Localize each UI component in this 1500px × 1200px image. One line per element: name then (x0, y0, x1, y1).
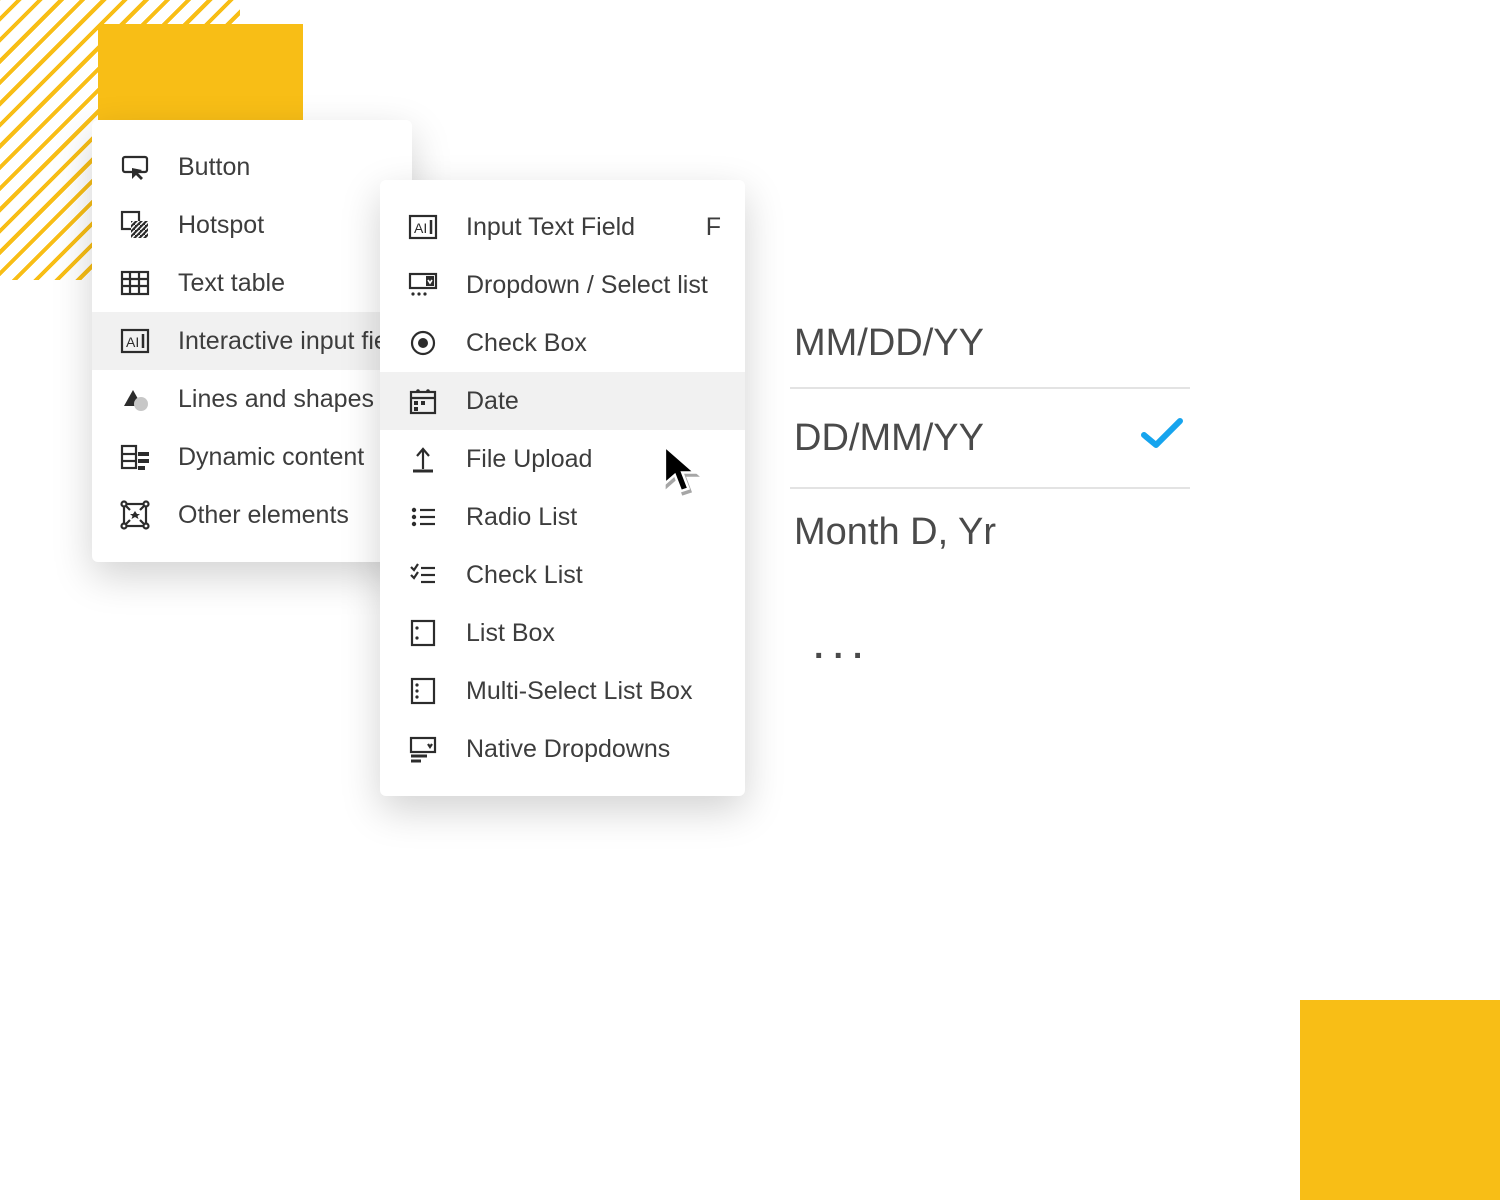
dynamic-icon (118, 442, 152, 472)
menu-item-label: Button (178, 153, 250, 182)
menu-item-label: Radio List (466, 503, 577, 532)
hotspot-icon (118, 210, 152, 240)
menu-item-label: Hotspot (178, 211, 264, 240)
ai-input-icon (118, 326, 152, 356)
texttable-icon (118, 268, 152, 298)
menu-item-other-elements[interactable]: Other elements (92, 486, 412, 544)
button-icon (118, 152, 152, 182)
menu-item-label: Multi-Select List Box (466, 677, 692, 706)
menu-item-hotspot[interactable]: Hotspot (92, 196, 412, 254)
submenu-item-radiolist[interactable]: Radio List (380, 488, 745, 546)
more-options[interactable]: ... (814, 628, 872, 667)
submenu-item-date[interactable]: Date (380, 372, 745, 430)
date-format-option[interactable]: Month D, Yr (790, 489, 1190, 576)
menu-item-lines-shapes[interactable]: Lines and shapes (92, 370, 412, 428)
submenu-item-checklist[interactable]: Check List (380, 546, 745, 604)
decorative-square-bottom (1300, 1000, 1500, 1200)
date-format-list: MM/DD/YY DD/MM/YY Month D, Yr (790, 300, 1190, 576)
radiolist-icon (406, 502, 440, 532)
checklist-icon (406, 560, 440, 590)
date-format-label: DD/MM/YY (794, 417, 984, 460)
menu-item-interactive-input[interactable]: Interactive input fields (92, 312, 412, 370)
decorative-square-top (98, 24, 303, 130)
listbox-icon (406, 618, 440, 648)
menu-item-label: Native Dropdowns (466, 735, 670, 764)
date-format-label: Month D, Yr (794, 511, 996, 554)
menu-item-label: Dynamic content (178, 443, 364, 472)
shortcut-label: F (706, 213, 721, 242)
dropdown-icon (406, 270, 440, 300)
checkbox-icon (406, 328, 440, 358)
menu-item-label: Lines and shapes (178, 385, 374, 414)
upload-icon (406, 444, 440, 474)
menu-outer: Button Hotspot Text table Interactive in… (92, 120, 412, 562)
menu-item-button[interactable]: Button (92, 138, 412, 196)
menu-item-texttable[interactable]: Text table (92, 254, 412, 312)
date-format-label: MM/DD/YY (794, 322, 984, 365)
menu-item-label: Date (466, 387, 519, 416)
menu-item-label: List Box (466, 619, 555, 648)
menu-item-label: Dropdown / Select list (466, 271, 708, 300)
menu-item-label: Input Text Field (466, 213, 635, 242)
shapes-icon (118, 384, 152, 414)
menu-item-label: Other elements (178, 501, 349, 530)
menu-item-dynamic-content[interactable]: Dynamic content (92, 428, 412, 486)
ai-input-icon (406, 212, 440, 242)
menu-item-label: Text table (178, 269, 285, 298)
cursor-icon (660, 444, 702, 496)
date-format-option[interactable]: MM/DD/YY (790, 300, 1190, 389)
date-format-option[interactable]: DD/MM/YY (790, 389, 1190, 489)
submenu-item-nativedropdown[interactable]: Native Dropdowns (380, 720, 745, 778)
submenu-item-inputtext[interactable]: Input Text Field F (380, 198, 745, 256)
submenu-item-listbox[interactable]: List Box (380, 604, 745, 662)
submenu-item-checkbox[interactable]: Check Box (380, 314, 745, 372)
date-icon (406, 386, 440, 416)
submenu-item-multiselect[interactable]: Multi-Select List Box (380, 662, 745, 720)
check-icon (1138, 411, 1186, 465)
menu-item-label: Check List (466, 561, 583, 590)
submenu-item-dropdown[interactable]: Dropdown / Select list (380, 256, 745, 314)
multiselect-icon (406, 676, 440, 706)
other-icon (118, 500, 152, 530)
nativedrop-icon (406, 734, 440, 764)
menu-item-label: File Upload (466, 445, 592, 474)
menu-item-label: Check Box (466, 329, 587, 358)
